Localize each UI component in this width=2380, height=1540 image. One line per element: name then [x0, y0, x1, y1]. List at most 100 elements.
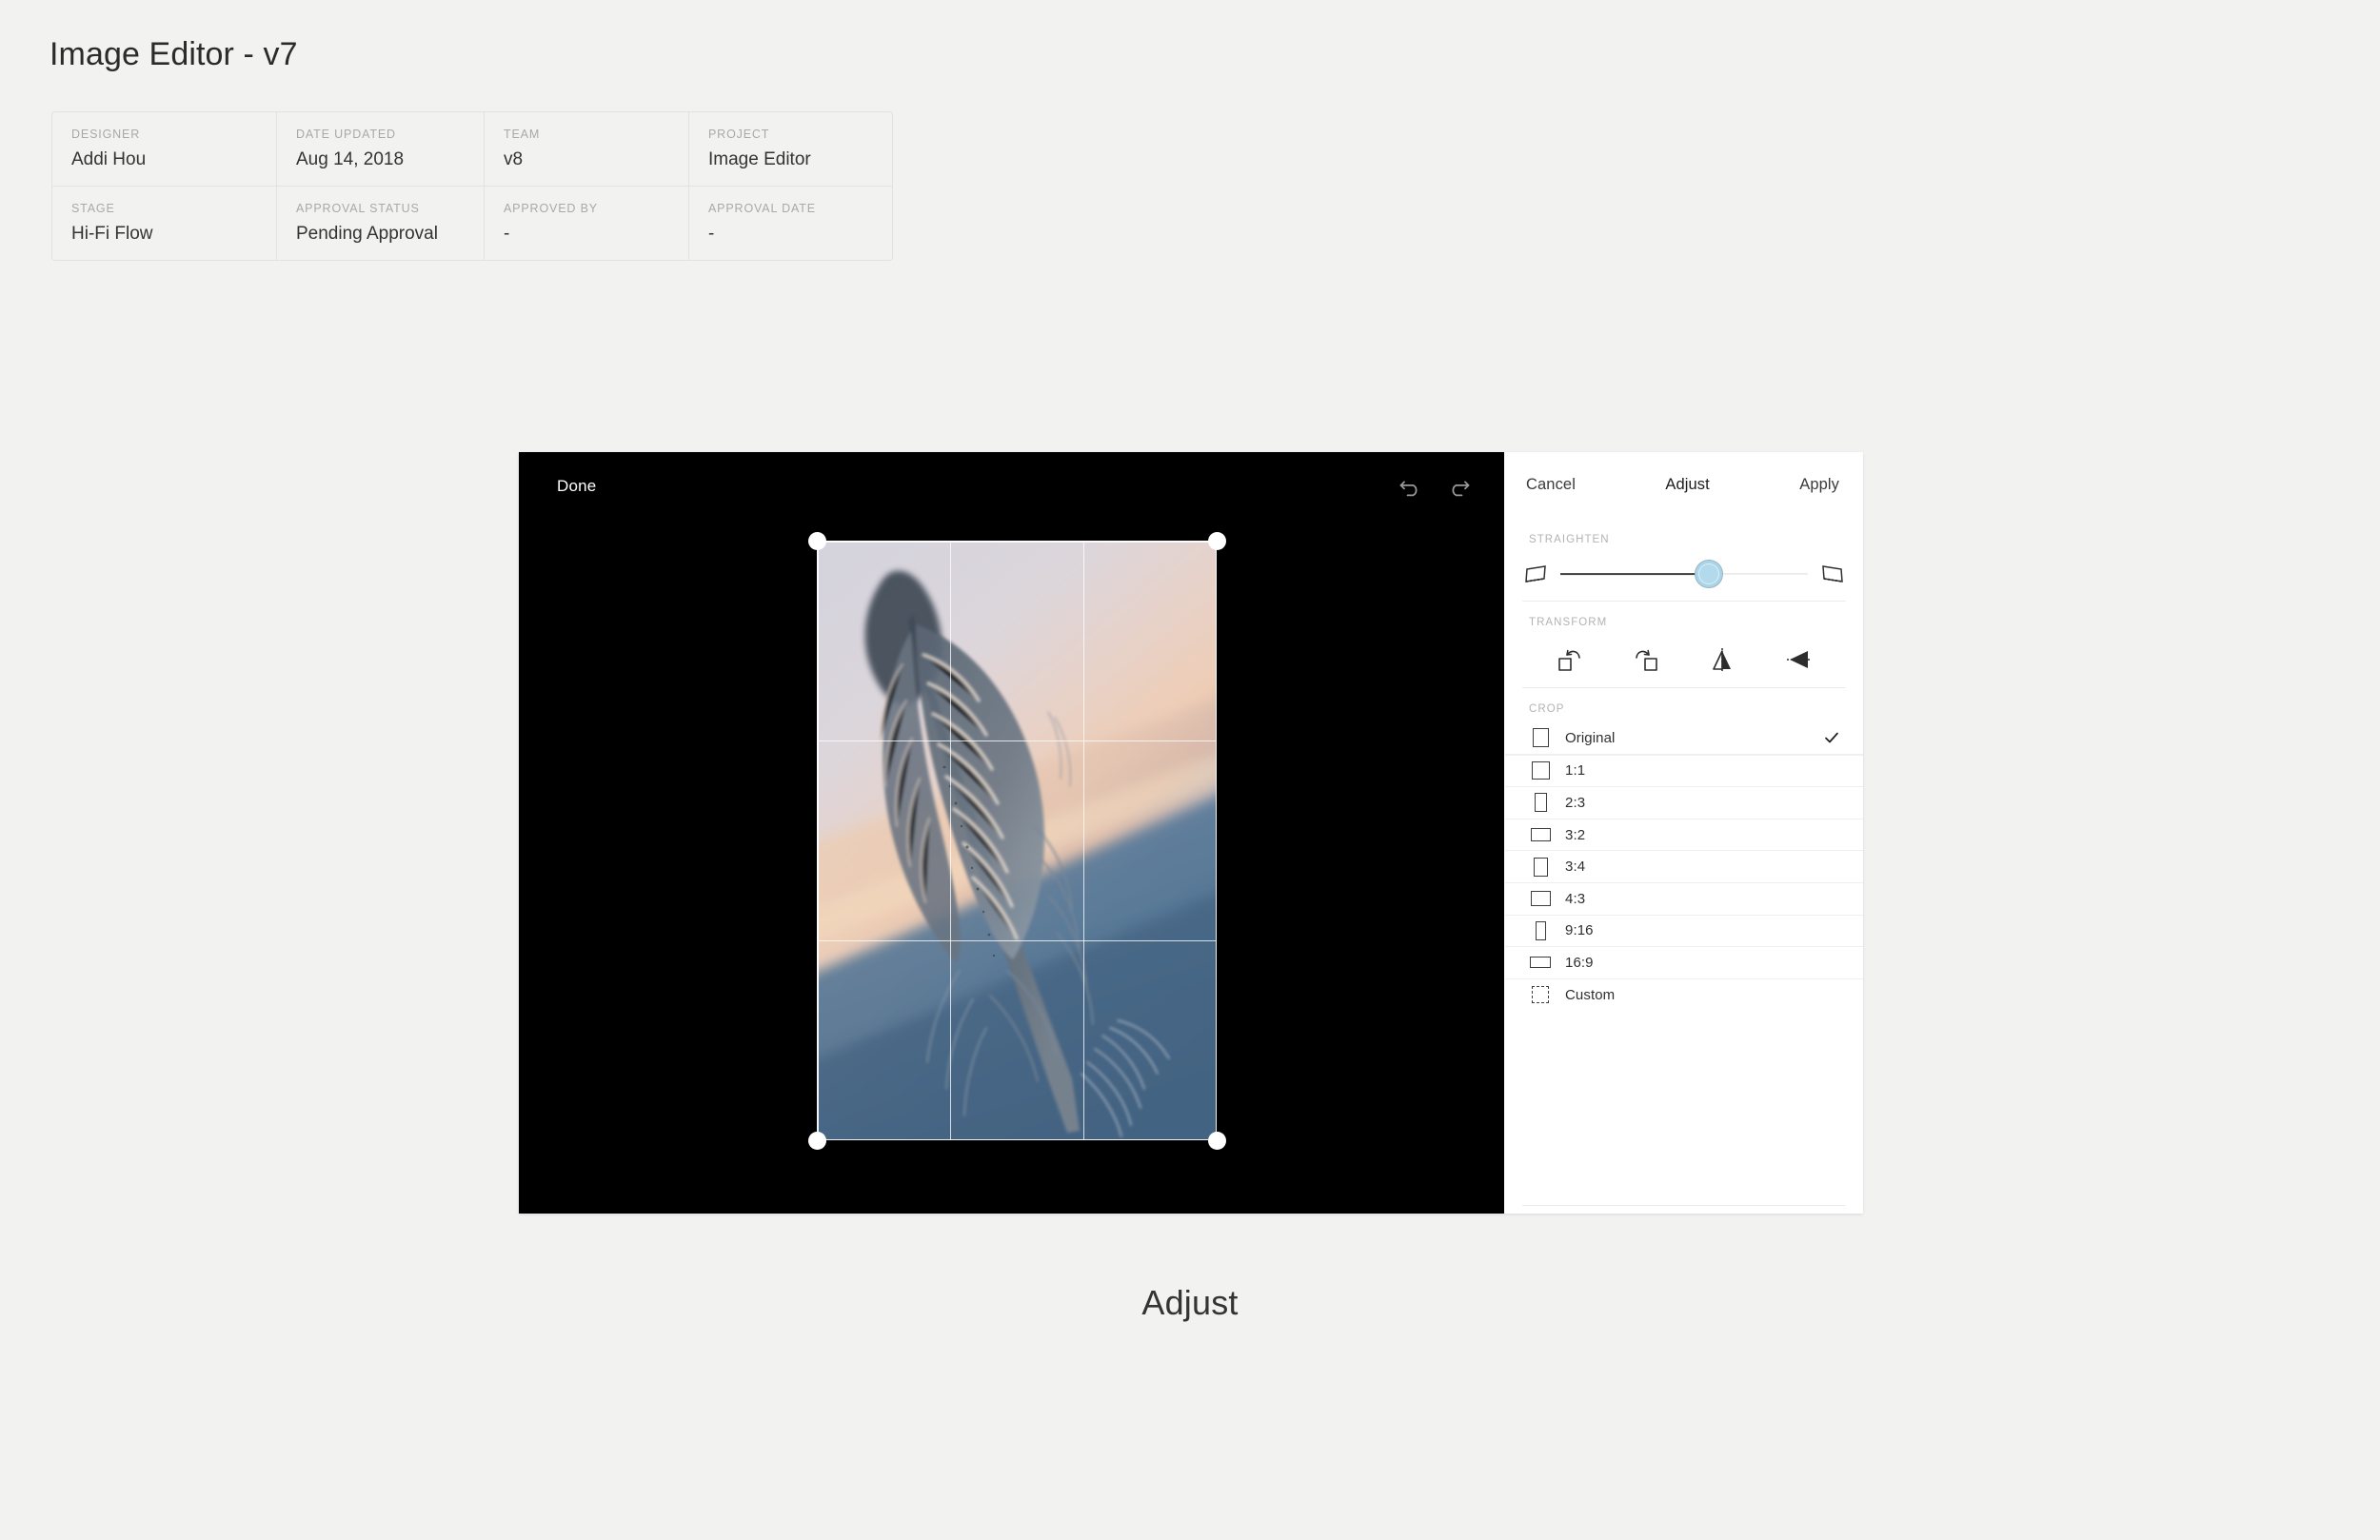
meta-cell-approved-by: APPROVED BY -	[484, 187, 688, 260]
transform-section-label: TRANSFORM	[1529, 617, 1608, 628]
skew-right-icon[interactable]	[1819, 562, 1846, 586]
screen-caption-text: Adjust	[1141, 1283, 1239, 1322]
meta-cell-team: TEAM v8	[484, 112, 688, 186]
crop-shape-square-icon	[1529, 728, 1552, 748]
rotate-right-icon[interactable]	[1632, 645, 1660, 674]
meta-label: DATE UPDATED	[296, 128, 396, 141]
meta-label: APPROVAL DATE	[708, 202, 816, 215]
crop-shape-square-icon	[1529, 761, 1552, 780]
crop-option-original[interactable]: Original	[1505, 722, 1863, 755]
meta-cell-date-updated: DATE UPDATED Aug 14, 2018	[276, 112, 484, 186]
table-row: STAGE Hi-Fi Flow APPROVAL STATUS Pending…	[52, 186, 892, 260]
crop-options-list: Original 1:1 2:3 3:2 3:4 4:3 9:16 16:9 Custom	[1505, 722, 1863, 1010]
crop-option-3-2[interactable]: 3:2	[1505, 818, 1863, 851]
flip-vertical-icon[interactable]	[1784, 645, 1813, 674]
crop-handle-top-right[interactable]	[1207, 531, 1226, 550]
crop-option-label: 9:16	[1565, 922, 1594, 939]
crop-option-label: Custom	[1565, 986, 1616, 1003]
meta-label: DESIGNER	[71, 128, 141, 141]
crop-shape-glyph	[1534, 793, 1547, 813]
crop-shape-portrait-icon	[1529, 857, 1552, 877]
crop-shape-glyph	[1532, 986, 1549, 1004]
crop-shape-portrait-icon	[1529, 920, 1552, 940]
screen-caption: Adjust	[0, 1283, 2380, 1323]
crop-shape-glyph	[1530, 828, 1551, 842]
meta-value: -	[708, 224, 715, 244]
meta-value: Pending Approval	[296, 224, 438, 244]
crop-option-16-9[interactable]: 16:9	[1505, 946, 1863, 978]
crop-option-label: 16:9	[1565, 954, 1594, 971]
crop-option-4-3[interactable]: 4:3	[1505, 881, 1863, 915]
crop-option-9-16[interactable]: 9:16	[1505, 914, 1863, 947]
crop-section-label: CROP	[1529, 703, 1565, 715]
skew-left-icon[interactable]	[1522, 562, 1549, 586]
crop-option-label: Original	[1565, 729, 1616, 746]
photo-image	[817, 541, 1217, 1140]
meta-cell-designer: DESIGNER Addi Hou	[52, 112, 276, 186]
page-title: Image Editor - v7	[50, 36, 298, 72]
crop-option-3-4[interactable]: 3:4	[1505, 850, 1863, 882]
history-controls	[1398, 452, 1472, 521]
adjust-panel: Cancel Adjust Apply STRAIGHTEN TRANSFORM…	[1504, 452, 1863, 1214]
crop-region[interactable]	[807, 531, 1226, 1150]
crop-handle-bottom-left[interactable]	[807, 1131, 826, 1150]
check-icon	[1825, 732, 1838, 743]
meta-value: Image Editor	[708, 149, 811, 169]
crop-option-1-1[interactable]: 1:1	[1505, 754, 1863, 787]
crop-option-label: 4:3	[1565, 890, 1586, 907]
crop-handle-top-left[interactable]	[807, 531, 826, 550]
redo-icon[interactable]	[1445, 473, 1472, 500]
crop-option-label: 3:4	[1565, 859, 1586, 876]
crop-option-label: 2:3	[1565, 794, 1586, 811]
panel-bottom-divider	[1522, 1205, 1846, 1206]
crop-shape-glyph	[1530, 957, 1551, 969]
meta-label: STAGE	[71, 202, 115, 215]
apply-button[interactable]: Apply	[1799, 476, 1839, 494]
crop-shape-portrait-icon	[1529, 793, 1552, 813]
canvas-toolbar: Done	[519, 452, 1504, 521]
meta-label: APPROVED BY	[504, 202, 598, 215]
crop-section: CROP Original 1:1 2:3 3:2 3:4 4:3 9:16 16:9 Cust…	[1505, 688, 1863, 1010]
slider-track-filled	[1560, 573, 1709, 575]
crop-shape-glyph	[1532, 728, 1549, 748]
crop-shape-glyph	[1530, 891, 1551, 907]
editor-canvas[interactable]: Done	[519, 452, 1504, 1214]
meta-cell-stage: STAGE Hi-Fi Flow	[52, 187, 276, 260]
crop-option-label: 3:2	[1565, 826, 1586, 843]
meta-value: Hi-Fi Flow	[71, 224, 153, 244]
straighten-slider[interactable]	[1560, 560, 1808, 588]
table-row: DESIGNER Addi Hou DATE UPDATED Aug 14, 2…	[52, 112, 892, 186]
metadata-table: DESIGNER Addi Hou DATE UPDATED Aug 14, 2…	[51, 111, 893, 261]
undo-icon[interactable]	[1398, 473, 1424, 500]
slider-handle[interactable]	[1695, 560, 1723, 588]
panel-title: Adjust	[1665, 475, 1710, 493]
slider-track-remaining	[1709, 573, 1808, 575]
meta-label: APPROVAL STATUS	[296, 202, 420, 215]
crop-shape-square-icon	[1529, 986, 1552, 1004]
transform-section: TRANSFORM	[1505, 602, 1863, 688]
crop-shape-landscape-icon	[1529, 891, 1552, 907]
crop-shape-landscape-icon	[1529, 828, 1552, 842]
straighten-section: STRAIGHTEN	[1505, 517, 1863, 602]
meta-value: Addi Hou	[71, 149, 147, 169]
meta-label: TEAM	[504, 128, 541, 141]
cancel-button[interactable]: Cancel	[1526, 476, 1576, 494]
rotate-left-icon[interactable]	[1556, 645, 1584, 674]
flip-horizontal-icon[interactable]	[1708, 645, 1736, 674]
crop-handle-bottom-right[interactable]	[1207, 1131, 1226, 1150]
crop-option-label: 1:1	[1565, 762, 1586, 780]
crop-shape-glyph	[1535, 920, 1546, 940]
meta-value: v8	[504, 149, 524, 169]
meta-value: Aug 14, 2018	[296, 149, 405, 169]
straighten-slider-row	[1505, 545, 1863, 589]
crop-option-custom[interactable]: Custom	[1505, 977, 1863, 1011]
crop-shape-landscape-icon	[1529, 957, 1552, 969]
meta-label: PROJECT	[708, 128, 770, 141]
meta-value: -	[504, 224, 510, 244]
crop-shape-glyph	[1533, 857, 1548, 877]
done-button[interactable]: Done	[557, 452, 596, 521]
crop-shape-glyph	[1531, 761, 1550, 780]
crop-option-2-3[interactable]: 2:3	[1505, 786, 1863, 819]
transform-tools	[1505, 628, 1863, 676]
page-root: Image Editor - v7 DESIGNER Addi Hou DATE…	[0, 0, 2380, 1540]
